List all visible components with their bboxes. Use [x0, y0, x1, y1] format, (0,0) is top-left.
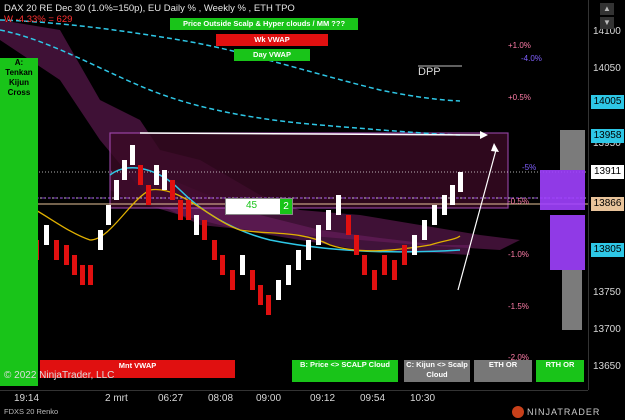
- pct-m15: -1.5%: [508, 302, 529, 311]
- pct-p1: +1.0%: [508, 41, 531, 50]
- pct-m1: -1.0%: [508, 250, 529, 259]
- brick-counter-value: 45: [246, 200, 258, 211]
- brand-text: NINJATRADER: [527, 407, 601, 417]
- price-tick: 13650: [593, 361, 621, 372]
- renko-label: FDXS 20 Renko: [4, 407, 59, 416]
- price-badge: 13911: [591, 165, 624, 179]
- price-axis[interactable]: 14100 14050 13950 13750 13700 13650 1400…: [588, 0, 625, 390]
- wk-vwap-banner: Wk VWAP: [216, 34, 328, 46]
- chart-area[interactable]: A: Tenkan Kijun Cross DAX 20 RE Dec 30 (…: [0, 0, 588, 390]
- time-tick: 09:00: [256, 393, 282, 404]
- time-tick: 10:30: [410, 393, 436, 404]
- ninjatrader-logo-icon: [512, 406, 524, 418]
- price-badge: 13866: [591, 197, 624, 211]
- time-tick: 08:08: [208, 393, 234, 404]
- time-tick: 06:27: [158, 393, 184, 404]
- price-tick: 14050: [593, 63, 621, 74]
- footer: FDXS 20 Renko NINJATRADER: [0, 406, 625, 420]
- price-badge: 13805: [591, 243, 624, 257]
- dpp-label: DPP: [418, 66, 441, 78]
- time-axis[interactable]: 19:14 2 mrt 06:27 08:08 09:00 09:12 09:5…: [0, 390, 588, 407]
- scroll-up-icon[interactable]: ▲: [600, 3, 614, 15]
- time-tick: 09:12: [310, 393, 336, 404]
- price-outside-banner: Price Outside Scalp & Hyper clouds / MM …: [170, 18, 358, 30]
- price-badge: 13958: [591, 129, 624, 143]
- tpo-box: [109, 132, 509, 209]
- day-vwap-banner: Day VWAP: [234, 49, 310, 61]
- time-tick: 2 mrt: [105, 393, 128, 404]
- time-tick: 19:14: [14, 393, 40, 404]
- price-badge: 14005: [591, 95, 624, 109]
- pct-p05: +0.5%: [508, 93, 531, 102]
- price-tick: 13750: [593, 287, 621, 298]
- eth-or-button[interactable]: ETH OR: [474, 360, 532, 382]
- copyright-text: © 2022 NinjaTrader, LLC: [4, 370, 115, 381]
- chart-title: DAX 20 RE Dec 30 (1.0%=150p), EU Daily %…: [4, 3, 295, 14]
- time-tick: 09:54: [360, 393, 386, 404]
- rth-or-button[interactable]: RTH OR: [536, 360, 584, 382]
- brick-counter-badge: 2: [280, 199, 292, 214]
- tpo-histogram: [540, 130, 585, 330]
- signal-panel-a: [0, 58, 38, 386]
- pct-m5: -5%: [522, 163, 537, 172]
- b-price-scalp-button[interactable]: B: Price <> SCALP Cloud: [292, 360, 398, 382]
- price-tick: 13700: [593, 324, 621, 335]
- pct-m4: -4.0%: [521, 54, 542, 63]
- signal-panel-a-label: A: Tenkan Kijun Cross: [5, 58, 33, 97]
- c-kijun-scalp-button[interactable]: C: Kijun <> Scalp Cloud: [404, 360, 470, 382]
- pct-m05: -0.5%: [508, 197, 529, 206]
- scroll-down-icon[interactable]: ▼: [600, 17, 614, 29]
- weekly-change-text: W -4.33% = 629: [4, 14, 73, 25]
- brick-counter: 45 2: [225, 198, 293, 215]
